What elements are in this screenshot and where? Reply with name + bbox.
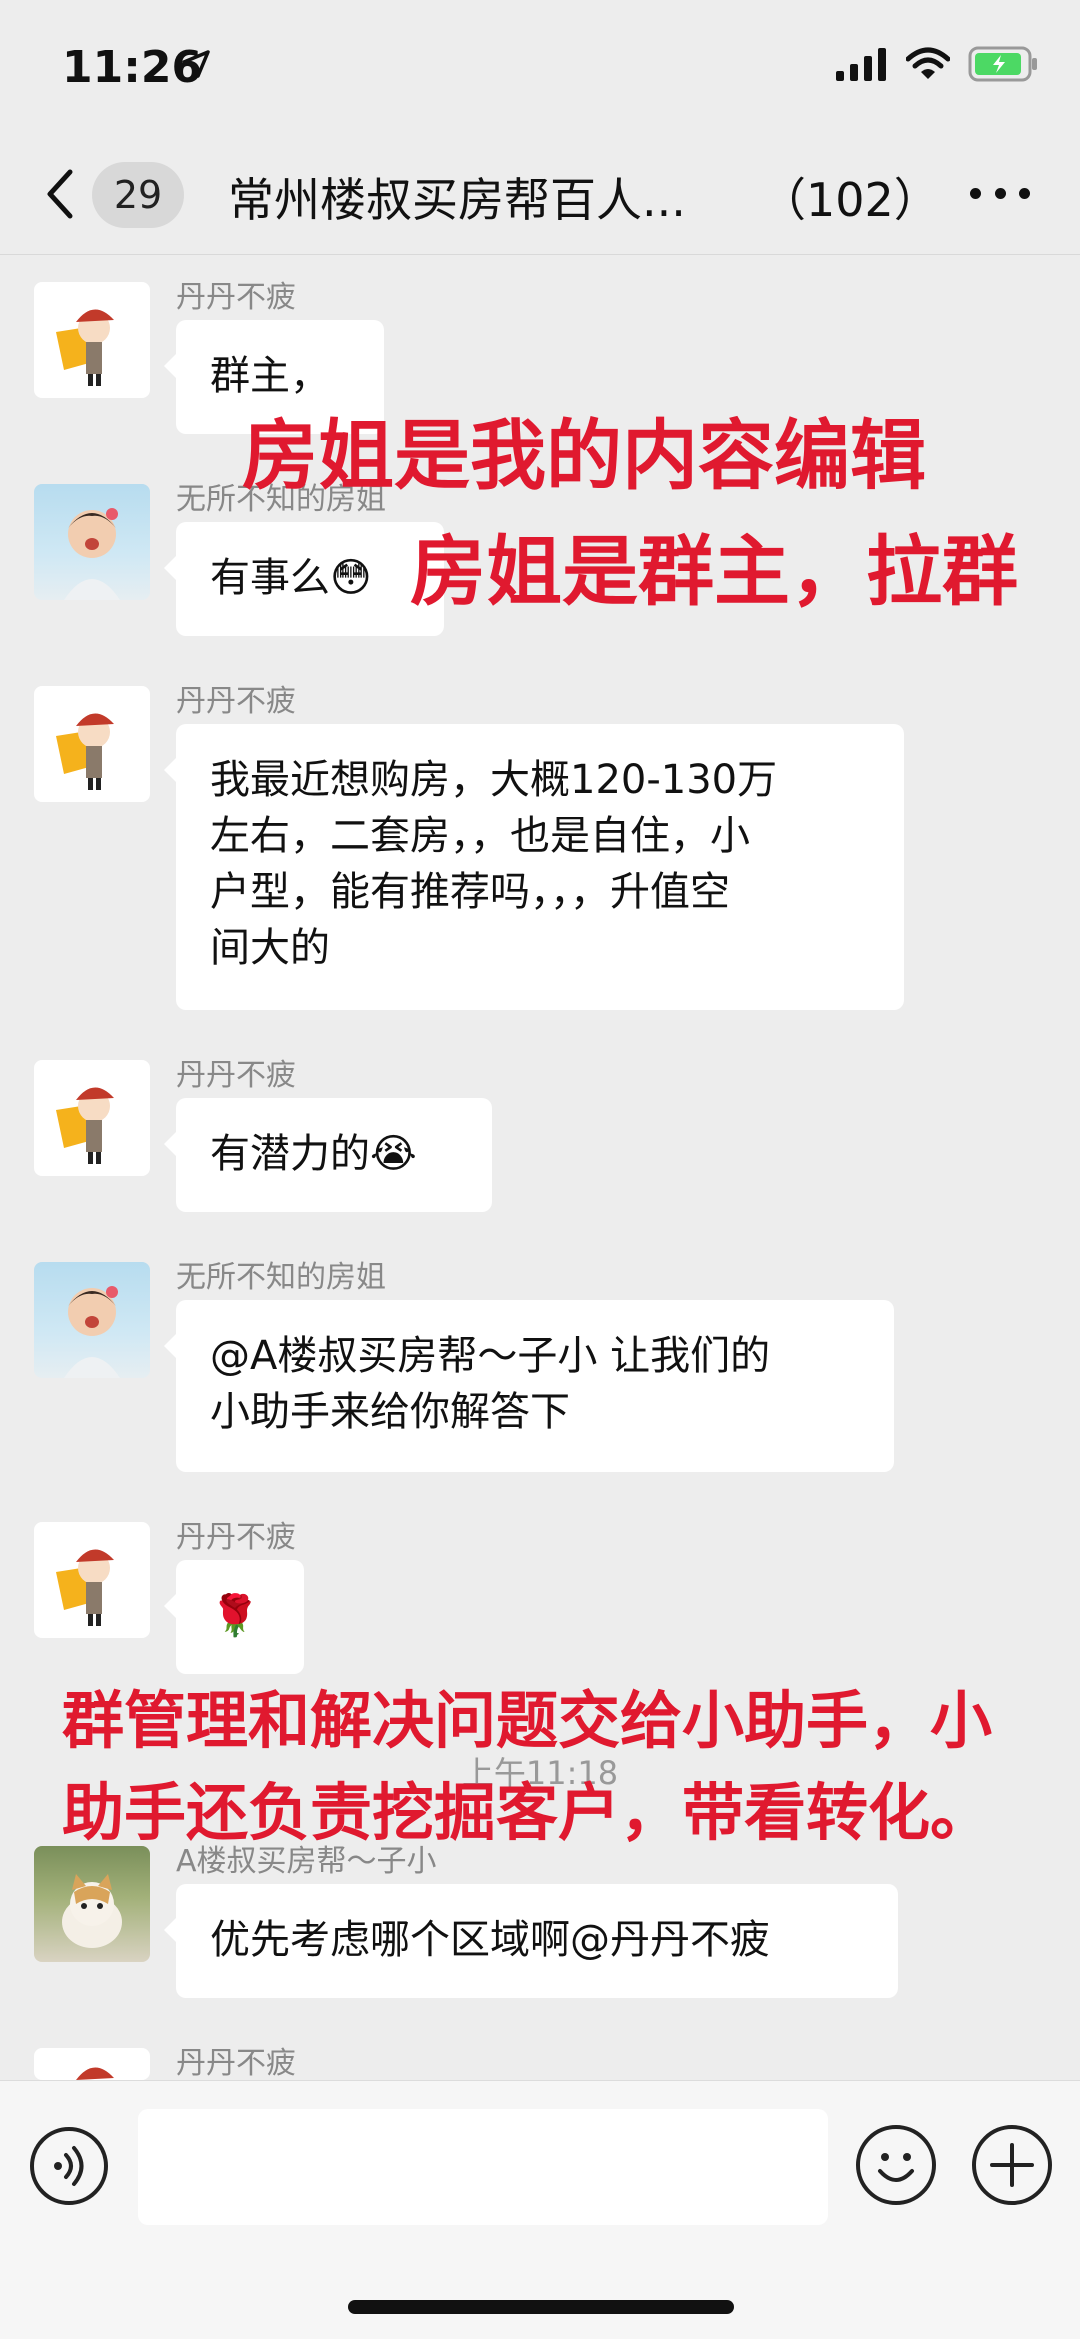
girl-avatar[interactable] <box>34 282 150 398</box>
message-bubble[interactable]: @A楼叔买房帮～子小 让我们的 小助手来给你解答下 <box>164 1300 894 1472</box>
overlay-annotation: 助手还负责挖掘客户，带看转化。 <box>62 1776 993 1849</box>
message-bubble[interactable]: 🌹 <box>164 1560 304 1674</box>
wifi-icon <box>906 47 950 79</box>
sender-name: 丹丹不疲 <box>176 2046 296 2081</box>
girl-avatar[interactable] <box>34 1522 150 1638</box>
member-count: （102） <box>760 173 940 227</box>
girl-avatar[interactable] <box>34 1060 150 1176</box>
sender-name: 无所不知的房姐 <box>176 1260 386 1295</box>
message-line: @A楼叔买房帮～子小 让我们的 <box>210 1333 771 1379</box>
message-line: 我最近想购房，大概120-130万 <box>210 757 778 803</box>
girl-avatar[interactable] <box>34 686 150 802</box>
sender-name: 丹丹不疲 <box>176 684 296 719</box>
sender-name: 丹丹不疲 <box>176 1520 296 1555</box>
message-input[interactable] <box>138 2109 828 2225</box>
sender-name: 丹丹不疲 <box>176 1058 296 1093</box>
girl-avatar[interactable] <box>34 2048 150 2080</box>
sender-name: 丹丹不疲 <box>176 280 296 315</box>
chat-header: 29 常州楼叔买房帮百人... （102） <box>0 140 1080 255</box>
status-bar: 11:26 <box>0 0 1080 140</box>
message-bubble[interactable]: 有事么😳 <box>164 522 444 636</box>
emoji-icon[interactable] <box>856 2125 936 2205</box>
back-chevron-icon[interactable] <box>40 164 80 224</box>
overlay-annotation: 房姐是我的内容编辑 <box>242 411 926 500</box>
message-line: 间大的 <box>210 925 330 971</box>
plus-icon[interactable] <box>972 2125 1052 2205</box>
overlay-annotation: 群管理和解决问题交给小助手，小 <box>62 1684 993 1757</box>
kid-avatar[interactable] <box>34 1262 150 1378</box>
message-bubble[interactable]: 我最近想购房，大概120-130万 左右，二套房，，也是自住，小 户型，能有推荐… <box>164 724 904 1010</box>
location-arrow-icon <box>182 50 210 78</box>
group-title: 常州楼叔买房帮百人... <box>228 173 686 227</box>
unread-count-badge[interactable]: 29 <box>92 162 184 228</box>
message-bubble[interactable]: 优先考虑哪个区域啊@丹丹不疲 <box>164 1884 898 1998</box>
voice-input-icon[interactable] <box>30 2127 108 2205</box>
overlay-annotation: 房姐是群主，拉群 <box>410 527 1018 616</box>
battery-icon <box>968 46 1037 82</box>
message-line: 左右，二套房，，也是自住，小 <box>210 813 750 859</box>
message-bubble[interactable]: 有潜力的😭 <box>164 1098 492 1212</box>
message-line: 户型，能有推荐吗，，，升值空 <box>210 869 730 915</box>
more-options-icon[interactable] <box>970 188 1030 202</box>
cat-avatar[interactable] <box>34 1846 150 1962</box>
message-line: 小助手来给你解答下 <box>210 1389 570 1435</box>
home-indicator[interactable] <box>348 2300 734 2314</box>
kid-avatar[interactable] <box>34 484 150 600</box>
signal-icon <box>836 48 886 81</box>
